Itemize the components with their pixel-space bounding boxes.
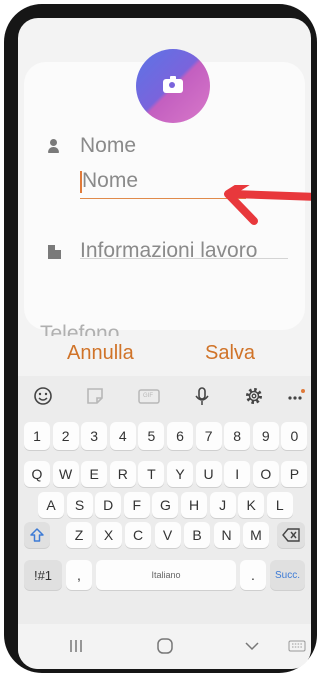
key[interactable]: B — [184, 522, 210, 548]
key[interactable]: S — [66, 492, 93, 518]
key[interactable]: R — [109, 461, 136, 487]
key[interactable]: L — [266, 492, 293, 518]
keyboard-hide-icon[interactable] — [288, 640, 306, 652]
key[interactable]: Y — [167, 461, 193, 487]
backspace-icon — [282, 528, 300, 542]
recent-apps-icon[interactable] — [68, 638, 84, 654]
key[interactable]: 1 — [24, 422, 50, 450]
key[interactable]: N — [213, 522, 240, 548]
screen: Nome Nome Informazioni lavoro Telefono A… — [18, 18, 311, 669]
key[interactable]: M — [243, 522, 269, 548]
shift-key[interactable] — [24, 522, 50, 548]
key[interactable]: T — [138, 461, 165, 487]
comma-key[interactable]: , — [66, 560, 92, 590]
key[interactable]: U — [195, 461, 222, 487]
more-options-icon[interactable] — [286, 385, 306, 407]
home-icon[interactable] — [156, 637, 174, 655]
key[interactable]: C — [125, 522, 151, 548]
key[interactable]: H — [181, 492, 207, 518]
key[interactable]: O — [252, 461, 279, 487]
key[interactable]: 7 — [195, 422, 222, 450]
key[interactable]: G — [152, 492, 179, 518]
key[interactable]: V — [154, 522, 181, 548]
contact-form-card: Nome Nome Informazioni lavoro — [24, 49, 311, 330]
sticker-icon[interactable] — [84, 385, 106, 407]
red-arrow-annotation-icon — [224, 185, 311, 225]
key[interactable]: 3 — [81, 422, 108, 450]
key[interactable]: K — [238, 492, 265, 518]
shift-arrow-icon — [30, 528, 44, 542]
cancel-button[interactable]: Annulla — [67, 342, 134, 365]
key[interactable]: A — [38, 492, 64, 518]
next-key[interactable]: Succ. — [270, 560, 305, 590]
key[interactable]: W — [52, 461, 79, 487]
key[interactable]: 4 — [109, 422, 136, 450]
key[interactable]: 2 — [52, 422, 79, 450]
person-icon — [48, 139, 59, 153]
settings-gear-icon[interactable] — [243, 385, 265, 407]
phone-frame: Nome Nome Informazioni lavoro Telefono A… — [4, 4, 317, 673]
name-input-placeholder: Nome — [82, 169, 139, 192]
contact-photo-button[interactable] — [136, 49, 210, 123]
key[interactable]: 6 — [167, 422, 193, 450]
key[interactable]: P — [281, 461, 308, 487]
camera-icon — [163, 76, 183, 93]
key[interactable]: D — [95, 492, 122, 518]
key[interactable]: Z — [66, 522, 92, 548]
gif-label: GIF — [143, 393, 153, 399]
key[interactable]: 8 — [224, 422, 251, 450]
work-info-field[interactable]: Informazioni lavoro — [80, 239, 257, 263]
navigation-bar — [18, 624, 311, 669]
key[interactable]: E — [81, 461, 108, 487]
key[interactable]: 5 — [138, 422, 165, 450]
key[interactable]: 0 — [281, 422, 308, 450]
keyboard: G I F 1 2 3 4 5 6 7 8 9 0 Q W E R T Y U I … — [18, 376, 311, 624]
backspace-key[interactable] — [277, 522, 305, 548]
key[interactable]: F — [123, 492, 150, 518]
key[interactable]: Q — [24, 461, 50, 487]
key[interactable]: X — [95, 522, 122, 548]
work-info-underline — [80, 258, 288, 259]
save-button[interactable]: Salva — [205, 342, 255, 365]
gif-icon[interactable]: GIF — [137, 385, 161, 407]
name-field-label: Nome — [80, 134, 137, 157]
key[interactable]: I — [224, 461, 251, 487]
microphone-icon[interactable] — [191, 385, 213, 407]
action-bar: Annulla Salva — [18, 336, 311, 376]
period-key[interactable]: . — [240, 560, 266, 590]
emoji-icon[interactable] — [32, 385, 54, 407]
symbols-key[interactable]: !#1 — [24, 560, 62, 590]
key[interactable]: J — [209, 492, 236, 518]
building-icon — [48, 245, 61, 259]
back-chevron-icon[interactable] — [244, 640, 260, 652]
key[interactable]: 9 — [252, 422, 279, 450]
space-bar[interactable]: Italiano — [96, 560, 236, 590]
